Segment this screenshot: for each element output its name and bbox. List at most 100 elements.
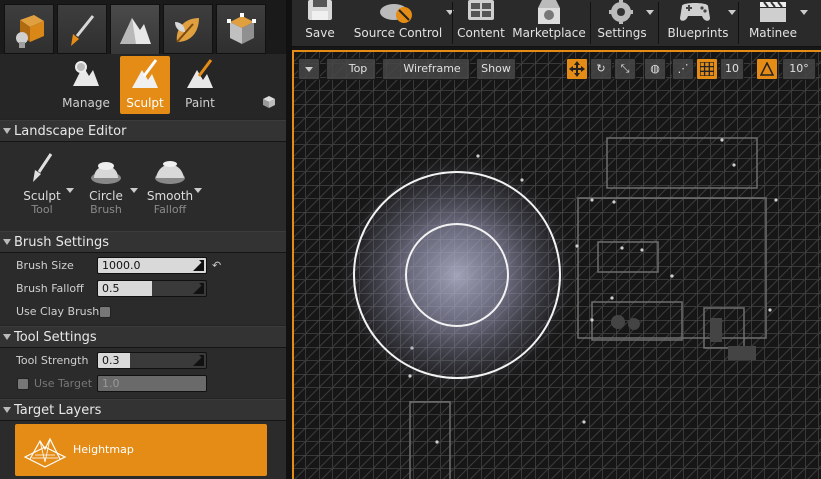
translate-mode-button[interactable]: [566, 58, 588, 80]
toolbar-divider: [452, 2, 453, 44]
mountain-icon: [120, 18, 151, 44]
brush-falloff-field[interactable]: 0.5: [97, 280, 207, 297]
brush-sub: Brush: [90, 203, 122, 216]
tool-strength-row: Tool Strength 0.3: [0, 350, 286, 372]
coordinate-system-button[interactable]: ◍: [644, 58, 666, 80]
blueprints-button[interactable]: Blueprints: [662, 0, 736, 45]
viewport-options-button[interactable]: [298, 58, 320, 80]
paint-mode-tab[interactable]: [57, 4, 107, 54]
use-target-field: 1.0: [97, 375, 207, 392]
angle-icon: [759, 61, 775, 76]
brush-size-label: Brush Size: [16, 259, 74, 272]
clapperboard-icon: [760, 1, 786, 22]
manage-icon: [73, 61, 99, 86]
tool-strength-value: 0.3: [102, 354, 120, 367]
grid-snap-value[interactable]: 10: [720, 58, 744, 80]
marketplace-icon: [538, 0, 560, 24]
chevron-down-icon: [728, 10, 736, 15]
scale-mode-button[interactable]: ⤡: [614, 58, 636, 80]
circle-brush-icon: [91, 162, 121, 184]
cube-icon: [16, 15, 44, 48]
source-control-label: Source Control: [353, 26, 443, 40]
toolbar-divider: [738, 2, 739, 44]
use-clay-brush-checkbox[interactable]: [99, 306, 111, 318]
collapse-arrow-icon: [3, 407, 11, 413]
place-mode-tab[interactable]: [4, 4, 54, 54]
tool-sub: Tool: [31, 203, 53, 216]
falloff-sub: Falloff: [153, 203, 187, 216]
content-button[interactable]: Content: [456, 0, 506, 45]
resize-grip-icon: [193, 260, 204, 271]
landscape-editor-header[interactable]: Landscape Editor: [0, 120, 286, 142]
grid-snap-toggle[interactable]: [696, 58, 718, 80]
source-control-icon: [380, 4, 412, 23]
settings-button[interactable]: Settings: [594, 0, 654, 45]
landscape-mode-tab[interactable]: [110, 4, 160, 54]
use-clay-brush-row: Use Clay Brush: [0, 301, 286, 323]
chevron-down-icon: [305, 66, 313, 72]
geometry-mode-tab[interactable]: [216, 4, 266, 54]
matinee-label: Matinee: [748, 26, 798, 40]
circle-brush-selector[interactable]: Circle Brush: [76, 152, 138, 216]
blueprints-label: Blueprints: [667, 26, 729, 40]
foliage-mode-tab[interactable]: [163, 4, 213, 54]
surface-snap-button[interactable]: ⋰: [672, 58, 694, 80]
marketplace-button[interactable]: Marketplace: [512, 0, 586, 45]
grid-icon: [699, 61, 715, 77]
rotate-mode-button[interactable]: ↻: [590, 58, 612, 80]
paint-icon: [187, 59, 213, 88]
use-target-row: Use Target 1.0: [0, 373, 286, 395]
save-icon: [308, 0, 332, 20]
sculpt-tool-label: Sculpt: [126, 96, 164, 110]
wireframe-grid: [292, 50, 821, 479]
gamepad-icon: [680, 3, 710, 21]
settings-cube-icon[interactable]: [262, 95, 276, 109]
brush-settings-title: Brush Settings: [14, 235, 109, 250]
move-icon: [569, 61, 585, 77]
content-label: Content: [457, 26, 505, 40]
rotation-snap-label: 10°: [789, 62, 809, 75]
heightmap-layer[interactable]: Heightmap: [15, 424, 267, 476]
content-browser-icon: [468, 0, 494, 20]
sculpt-brush-icon: [33, 153, 53, 182]
tool-strength-field[interactable]: 0.3: [97, 352, 207, 369]
show-label: Show: [481, 62, 511, 75]
modes-panel: Manage Sculpt Paint Landscape Editor Scu…: [0, 0, 286, 479]
save-button[interactable]: Save: [296, 0, 344, 45]
source-control-button[interactable]: Source Control: [348, 0, 454, 45]
view-type-button[interactable]: Top: [326, 58, 376, 80]
brush-size-value: 1000.0: [102, 259, 141, 272]
view-mode-label: Wireframe: [403, 62, 461, 75]
brush-settings-body: Brush Size 1000.0 ↶ Brush Falloff 0.5 Us…: [0, 253, 286, 325]
reset-arrow-icon[interactable]: ↶: [212, 259, 221, 272]
top-viewport[interactable]: Top Wireframe Show ↻ ⤡ ◍ ⋰ 10 10°: [292, 50, 821, 479]
manage-tool-label: Manage: [62, 96, 110, 110]
brush-falloff-value: 0.5: [102, 282, 120, 295]
target-layers-header[interactable]: Target Layers: [0, 399, 286, 421]
settings-label: Settings: [597, 26, 647, 40]
brush-settings-header[interactable]: Brush Settings: [0, 231, 286, 253]
gear-icon: [609, 0, 633, 24]
manage-tool-button[interactable]: Manage: [61, 56, 111, 114]
tool-settings-header[interactable]: Tool Settings: [0, 326, 286, 348]
paint-tool-button[interactable]: Paint: [175, 56, 225, 114]
rotation-snap-value[interactable]: 10°: [782, 58, 816, 80]
resize-grip-icon: [193, 355, 204, 366]
show-button[interactable]: Show: [476, 58, 516, 80]
sculpt-tool-button[interactable]: Sculpt: [120, 56, 170, 114]
matinee-button[interactable]: Matinee: [744, 0, 808, 45]
geometry-icon: [227, 13, 256, 44]
tool-name: Sculpt: [23, 189, 61, 203]
use-target-checkbox[interactable]: [17, 378, 29, 390]
smooth-falloff-selector[interactable]: Smooth Falloff: [140, 152, 202, 216]
rotation-snap-toggle[interactable]: [756, 58, 778, 80]
collapse-arrow-icon: [3, 239, 11, 245]
collapse-arrow-icon: [3, 334, 11, 340]
brush-size-field[interactable]: 1000.0: [97, 257, 207, 274]
save-label: Save: [305, 26, 335, 40]
layer-name: Heightmap: [73, 443, 134, 456]
chevron-down-icon: [66, 188, 74, 193]
sculpt-tool-selector[interactable]: Sculpt Tool: [12, 152, 74, 216]
view-mode-button[interactable]: Wireframe: [382, 58, 470, 80]
brush-falloff-label: Brush Falloff: [16, 282, 84, 295]
